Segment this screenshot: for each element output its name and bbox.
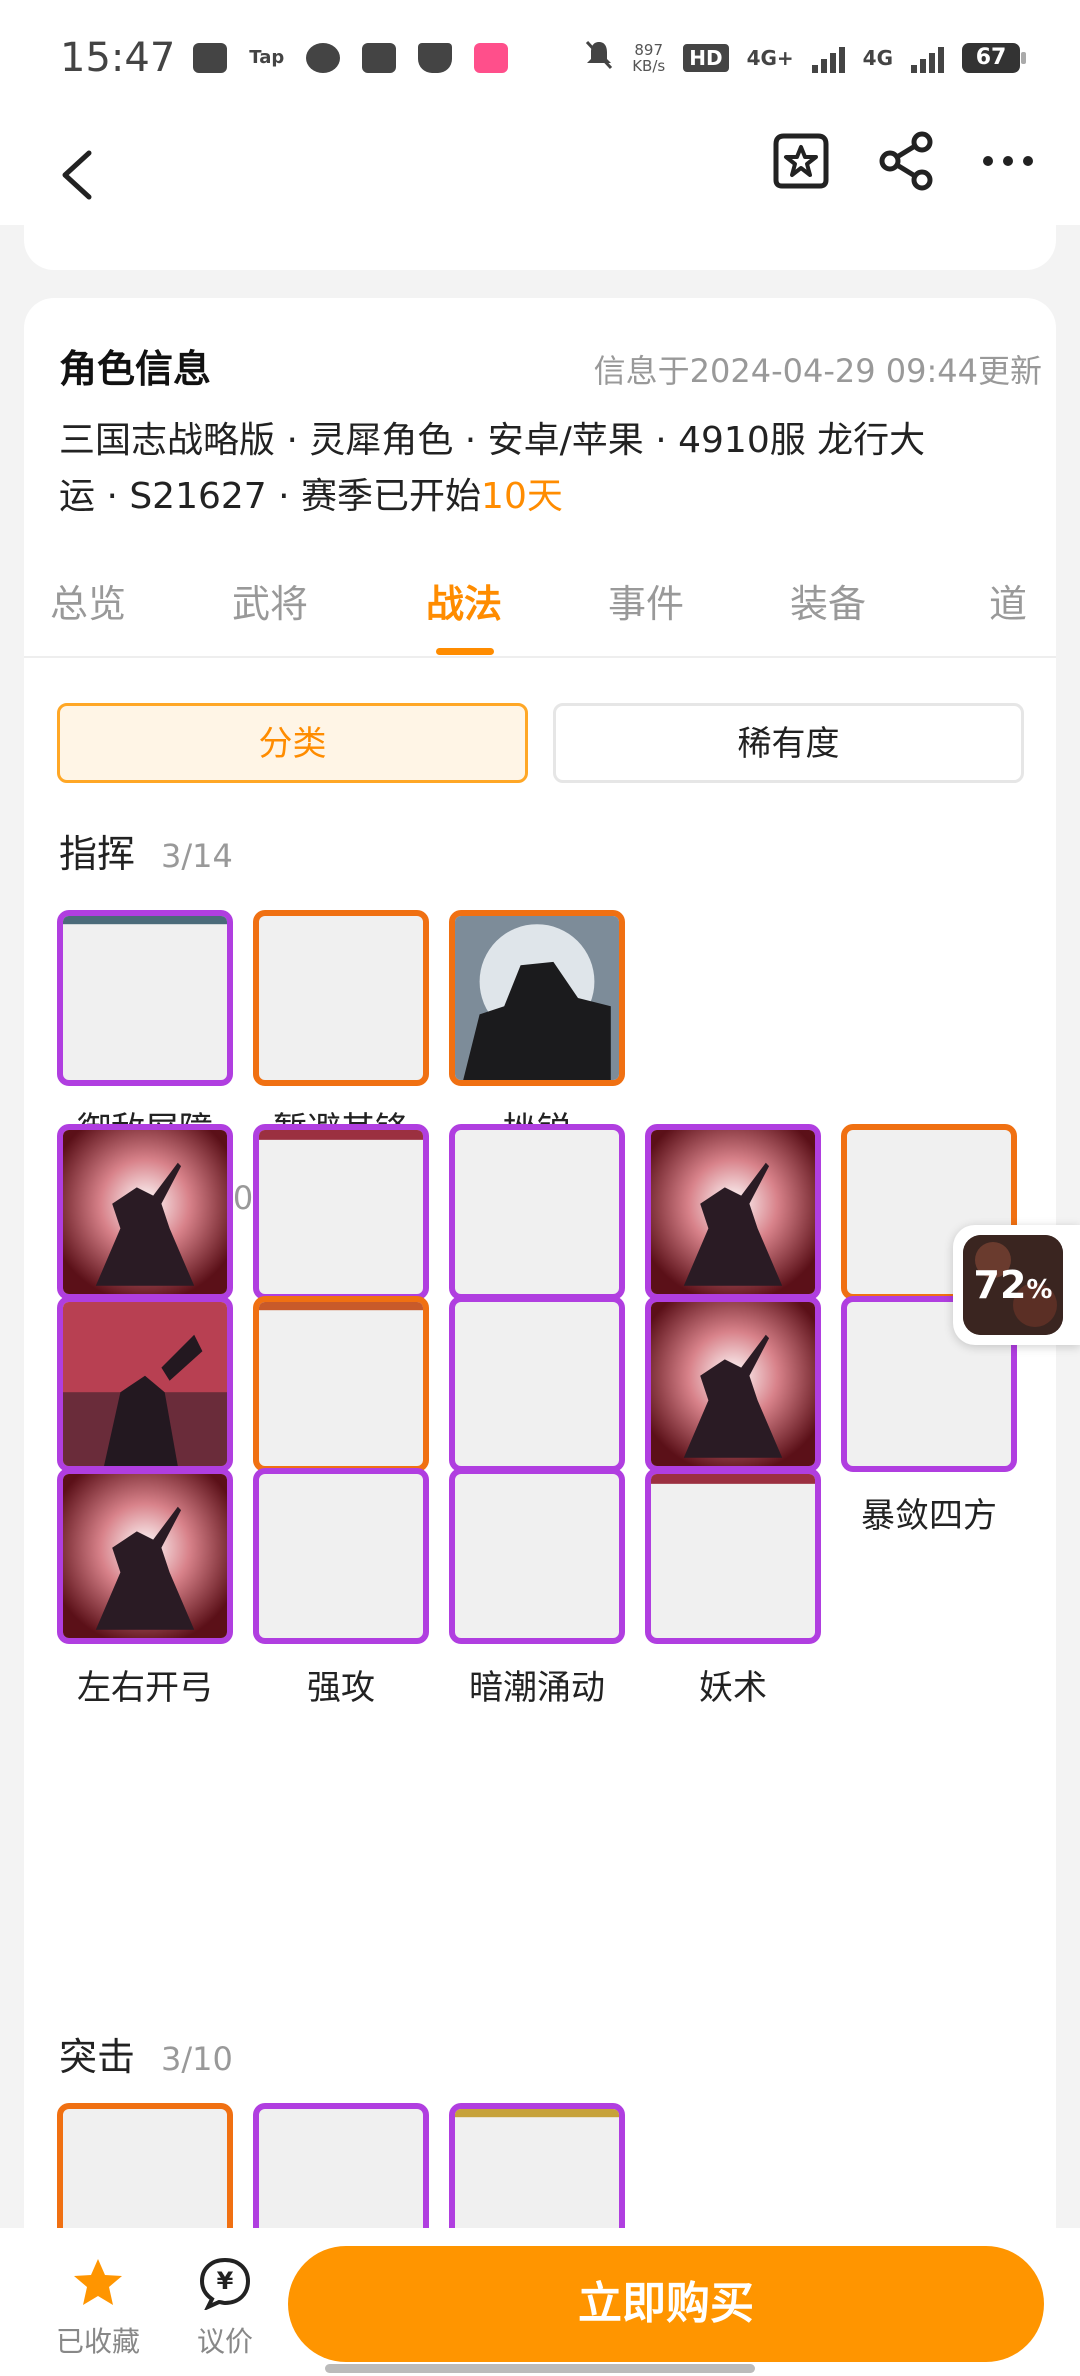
skill-icon — [57, 910, 233, 1086]
tab-items[interactable]: 道 — [938, 573, 1056, 628]
season-days-highlight: 10天 — [481, 476, 563, 517]
game-logo-icon: 72% — [963, 1235, 1063, 1335]
status-time: 15:47 — [60, 34, 176, 81]
skill-tile[interactable]: 强攻 — [253, 1468, 429, 1709]
hd-badge: HD — [683, 43, 729, 72]
section-count: 3/10 — [161, 2040, 233, 2078]
net-speed-unit: KB/s — [632, 56, 666, 75]
skill-name: 暗潮涌动 — [469, 1668, 605, 1708]
card-title: 角色信息 — [59, 347, 212, 391]
progress-percent-sign: % — [1026, 1275, 1053, 1305]
share-icon[interactable] — [878, 130, 934, 192]
skill-icon — [253, 910, 429, 1086]
update-time: 信息于2024-04-29 09:44更新 — [593, 352, 1042, 390]
skill-tile[interactable] — [57, 2103, 233, 2228]
skill-icon — [449, 1296, 625, 1472]
skill-icon — [645, 1124, 821, 1300]
home-indicator — [325, 2364, 755, 2373]
tab-events[interactable]: 事件 — [576, 573, 716, 628]
bargain-label: 议价 — [196, 2325, 253, 2358]
star-icon — [74, 2259, 122, 2305]
skill-icon — [253, 1296, 429, 1472]
mail-icon — [193, 42, 228, 73]
category-tabs: 总览 武将 战法 事件 装备 道 — [24, 563, 1056, 658]
tab-tactics[interactable]: 战法 — [394, 573, 534, 628]
skill-icon — [449, 1468, 625, 1644]
skill-icon — [57, 2103, 233, 2228]
skill-name: 妖术 — [699, 1668, 767, 1708]
skill-name: 暴敛四方 — [861, 1496, 997, 1536]
bottom-action-bar: 已收藏 ¥ 议价 立即购买 — [0, 2228, 1080, 2376]
skill-icon — [449, 2103, 625, 2228]
skill-icon — [449, 910, 625, 1086]
skill-icon — [449, 1124, 625, 1300]
more-icon[interactable] — [980, 130, 1036, 192]
skill-name: 左右开弓 — [77, 1668, 213, 1708]
skill-tile[interactable]: 暗潮涌动 — [449, 1468, 625, 1709]
favorited-button[interactable]: 已收藏 — [53, 2256, 143, 2360]
favorite-icon[interactable] — [770, 130, 832, 192]
tab-generals[interactable]: 武将 — [200, 573, 340, 628]
back-icon[interactable] — [55, 145, 105, 205]
role-desc-line2: 运 · S21627 · 赛季已开始 — [59, 476, 482, 517]
skill-tile[interactable]: 左右开弓 — [57, 1468, 233, 1709]
mute-icon — [584, 36, 614, 80]
role-description: 三国志战略版 · 灵犀角色 · 安卓/苹果 · 4910服 龙行大 运 · S2… — [59, 413, 1039, 525]
skill-tile[interactable] — [253, 2103, 429, 2228]
progress-percent: 72% — [963, 1263, 1063, 1307]
tap-icon: Tap — [249, 47, 285, 68]
bilibili-icon — [474, 42, 509, 73]
battery-icon: 67 — [962, 42, 1026, 73]
active-tab-indicator — [436, 648, 494, 655]
bargain-icon: ¥ — [199, 2257, 251, 2312]
skill-tile[interactable]: 妖术 — [645, 1468, 821, 1709]
role-info-card: 角色信息 信息于2024-04-29 09:44更新 三国志战略版 · 灵犀角色… — [24, 298, 1056, 2228]
shield-icon — [418, 42, 453, 73]
section-header-assault: 突击 3/10 — [59, 2026, 233, 2081]
skill-icon — [645, 1296, 821, 1472]
skill-tile[interactable]: 暂避其锋 — [253, 910, 429, 1151]
section-count: 3/14 — [161, 837, 233, 875]
tab-overview[interactable]: 总览 — [24, 573, 158, 628]
skill-icon — [57, 1468, 233, 1644]
nav-bar — [0, 115, 1080, 225]
section-header-command: 指挥 3/14 — [59, 823, 233, 878]
tab-equipment[interactable]: 装备 — [758, 573, 898, 628]
signal-4gplus-label: 4G+ — [746, 45, 794, 70]
favorited-label: 已收藏 — [55, 2325, 140, 2358]
svg-text:¥: ¥ — [217, 2267, 234, 2295]
skill-icon — [57, 1124, 233, 1300]
chat-icon — [306, 42, 341, 73]
status-bar: 15:47 Tap 897 KB/s HD 4G+ 4G 67 — [0, 0, 1080, 115]
role-desc-line1: 三国志战略版 · 灵犀角色 · 安卓/苹果 · 4910服 龙行大 — [59, 420, 926, 461]
bargain-button[interactable]: ¥ 议价 — [180, 2256, 270, 2360]
skill-name: 强攻 — [307, 1668, 375, 1708]
net-speed: 897 KB/s — [632, 42, 665, 74]
section-title: 指挥 — [59, 832, 136, 876]
signal-4g-label: 4G — [862, 45, 893, 70]
skill-icon — [253, 1468, 429, 1644]
skill-icon — [57, 1296, 233, 1472]
section-title: 突击 — [59, 2035, 136, 2079]
previous-card — [24, 225, 1056, 270]
signal-icon — [811, 43, 845, 73]
segment-rarity[interactable]: 稀有度 — [553, 703, 1024, 783]
signal-icon-2 — [911, 43, 944, 73]
buy-now-button[interactable]: 立即购买 — [288, 2246, 1044, 2362]
skill-tile[interactable]: 御敌屏障 — [57, 910, 233, 1151]
skill-icon — [253, 2103, 429, 2228]
square-icon — [362, 42, 397, 73]
skill-icon — [253, 1124, 429, 1300]
floating-game-badge[interactable]: 72% — [953, 1225, 1080, 1345]
skill-tile[interactable]: 挫锐 — [449, 910, 625, 1151]
progress-percent-value: 72 — [973, 1263, 1027, 1307]
skill-icon — [645, 1468, 821, 1644]
segment-category[interactable]: 分类 — [57, 703, 528, 783]
skill-tile[interactable] — [449, 2103, 625, 2228]
